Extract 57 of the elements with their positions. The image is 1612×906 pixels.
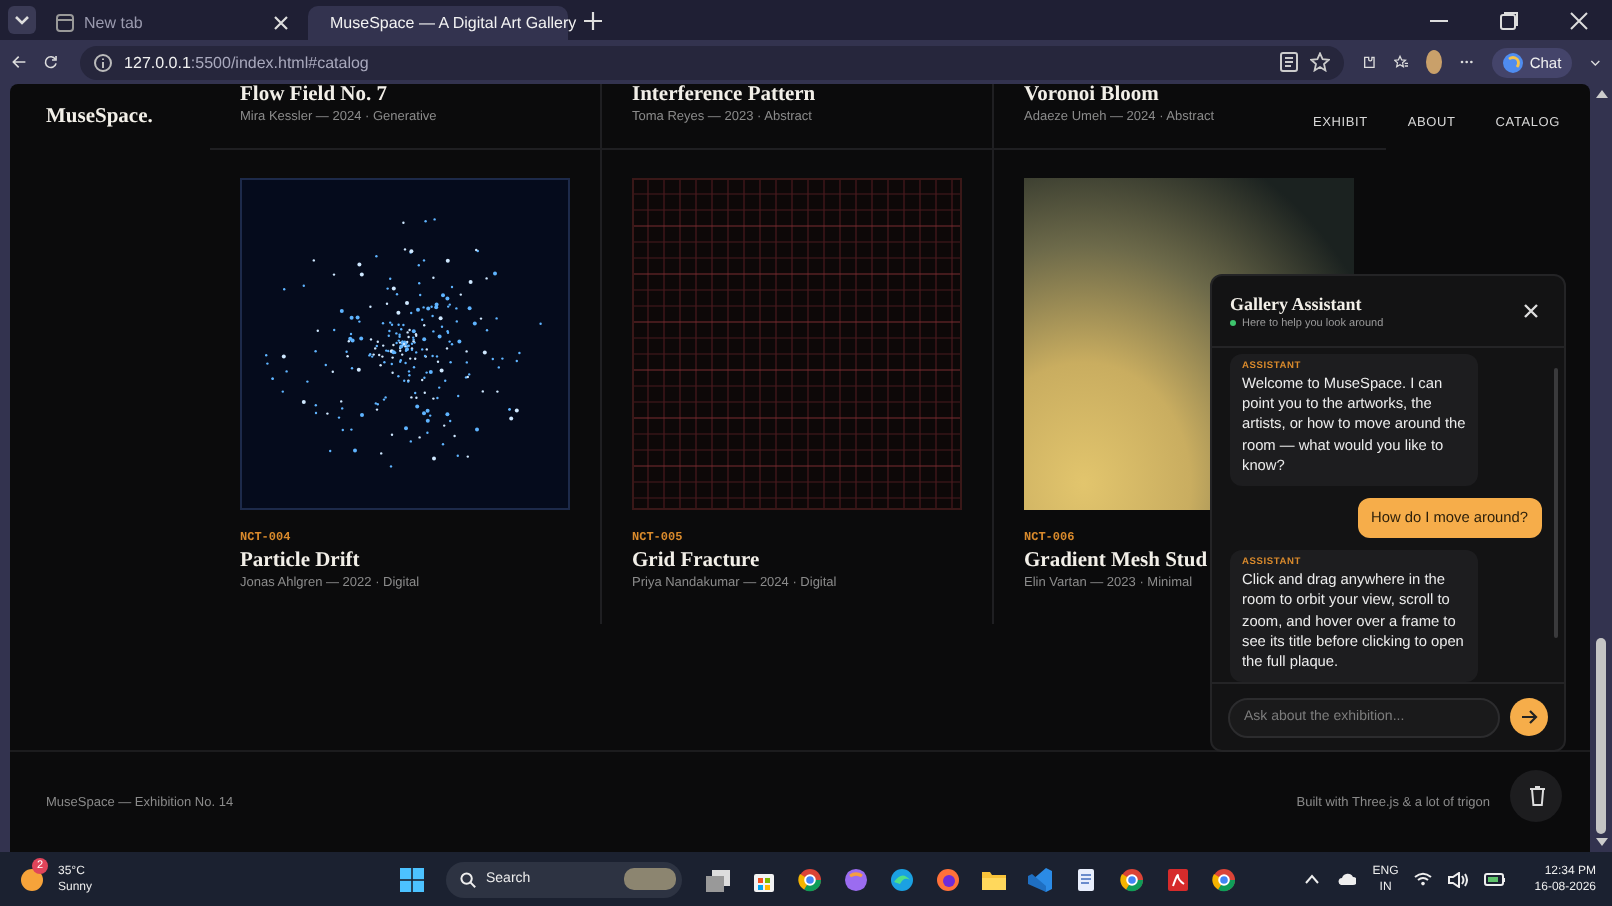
wave-browser-icon[interactable] [890, 867, 914, 891]
restore-icon[interactable] [1500, 11, 1518, 29]
page-icon [56, 14, 74, 32]
search-icon [460, 871, 476, 887]
artwork-title: Gradient Mesh Stud [1024, 550, 1208, 572]
browser-tab[interactable]: New tab [44, 6, 300, 40]
artwork-title: Interference Pattern [632, 84, 816, 106]
scroll-up-icon [1595, 90, 1607, 98]
more-icon[interactable] [1460, 58, 1474, 66]
tab-title: New tab [84, 14, 145, 32]
battery-icon[interactable] [1484, 872, 1507, 886]
arrow-icon [1521, 710, 1537, 724]
info-icon [94, 53, 113, 71]
site-logo[interactable]: MuseSpace. [46, 106, 153, 128]
cloud-icon[interactable] [1336, 872, 1357, 886]
send-button[interactable] [1510, 698, 1548, 736]
scrollbar[interactable] [1590, 84, 1612, 852]
reload-icon[interactable] [44, 52, 59, 72]
back-arrow-icon[interactable] [12, 52, 27, 72]
window-stack-icon[interactable] [706, 867, 730, 891]
close-icon[interactable] [1570, 11, 1588, 29]
favorites-icon[interactable] [1393, 52, 1409, 72]
pdf-reader-icon[interactable] [1166, 867, 1190, 891]
chat-logo-icon [1501, 51, 1524, 73]
wifi-icon[interactable] [1414, 872, 1433, 886]
caret-icon[interactable] [1589, 57, 1600, 67]
address-field[interactable]: 127.0.0.1:5500/index.html#catalog [80, 45, 1345, 79]
extension-icon[interactable] [1362, 52, 1376, 72]
artwork-title: Particle Drift [240, 550, 360, 572]
delete-button[interactable] [1510, 770, 1562, 822]
artwork-title: Voronoi Bloom [1024, 84, 1159, 106]
status-dot [1230, 320, 1236, 326]
artwork-title: Grid Fracture [632, 550, 760, 572]
windows-logo-icon[interactable] [400, 867, 424, 891]
star-icon[interactable] [1310, 52, 1331, 72]
notepad-icon[interactable] [1074, 867, 1098, 891]
speaker-icon[interactable] [1448, 871, 1469, 887]
url-text: 127.0.0.1:5500/index.html#catalog [124, 53, 371, 71]
code-editor-icon[interactable] [1028, 867, 1052, 891]
trash-icon [1527, 786, 1545, 806]
dropdown-icon[interactable] [8, 6, 36, 34]
round-browser-icon[interactable] [798, 867, 822, 891]
round-browser-icon[interactable] [1120, 867, 1144, 891]
search-highlight-picture [624, 868, 676, 890]
swirl-icon[interactable] [844, 867, 868, 891]
profile-avatar[interactable] [1426, 50, 1443, 74]
reader-view-icon[interactable] [1280, 52, 1299, 72]
chevron-up-icon[interactable] [1304, 874, 1321, 884]
folder-icon[interactable] [982, 867, 1006, 891]
close-icon[interactable] [1524, 304, 1538, 318]
artwork-title: Flow Field No. 7 [240, 84, 387, 106]
sun-icon [20, 867, 44, 891]
plus-icon[interactable] [584, 11, 602, 29]
scroll-down-icon [1595, 838, 1607, 846]
round-browser-icon[interactable] [1212, 867, 1236, 891]
close-icon[interactable] [274, 16, 288, 30]
chat-title: Gallery Assistant [1230, 293, 1364, 313]
